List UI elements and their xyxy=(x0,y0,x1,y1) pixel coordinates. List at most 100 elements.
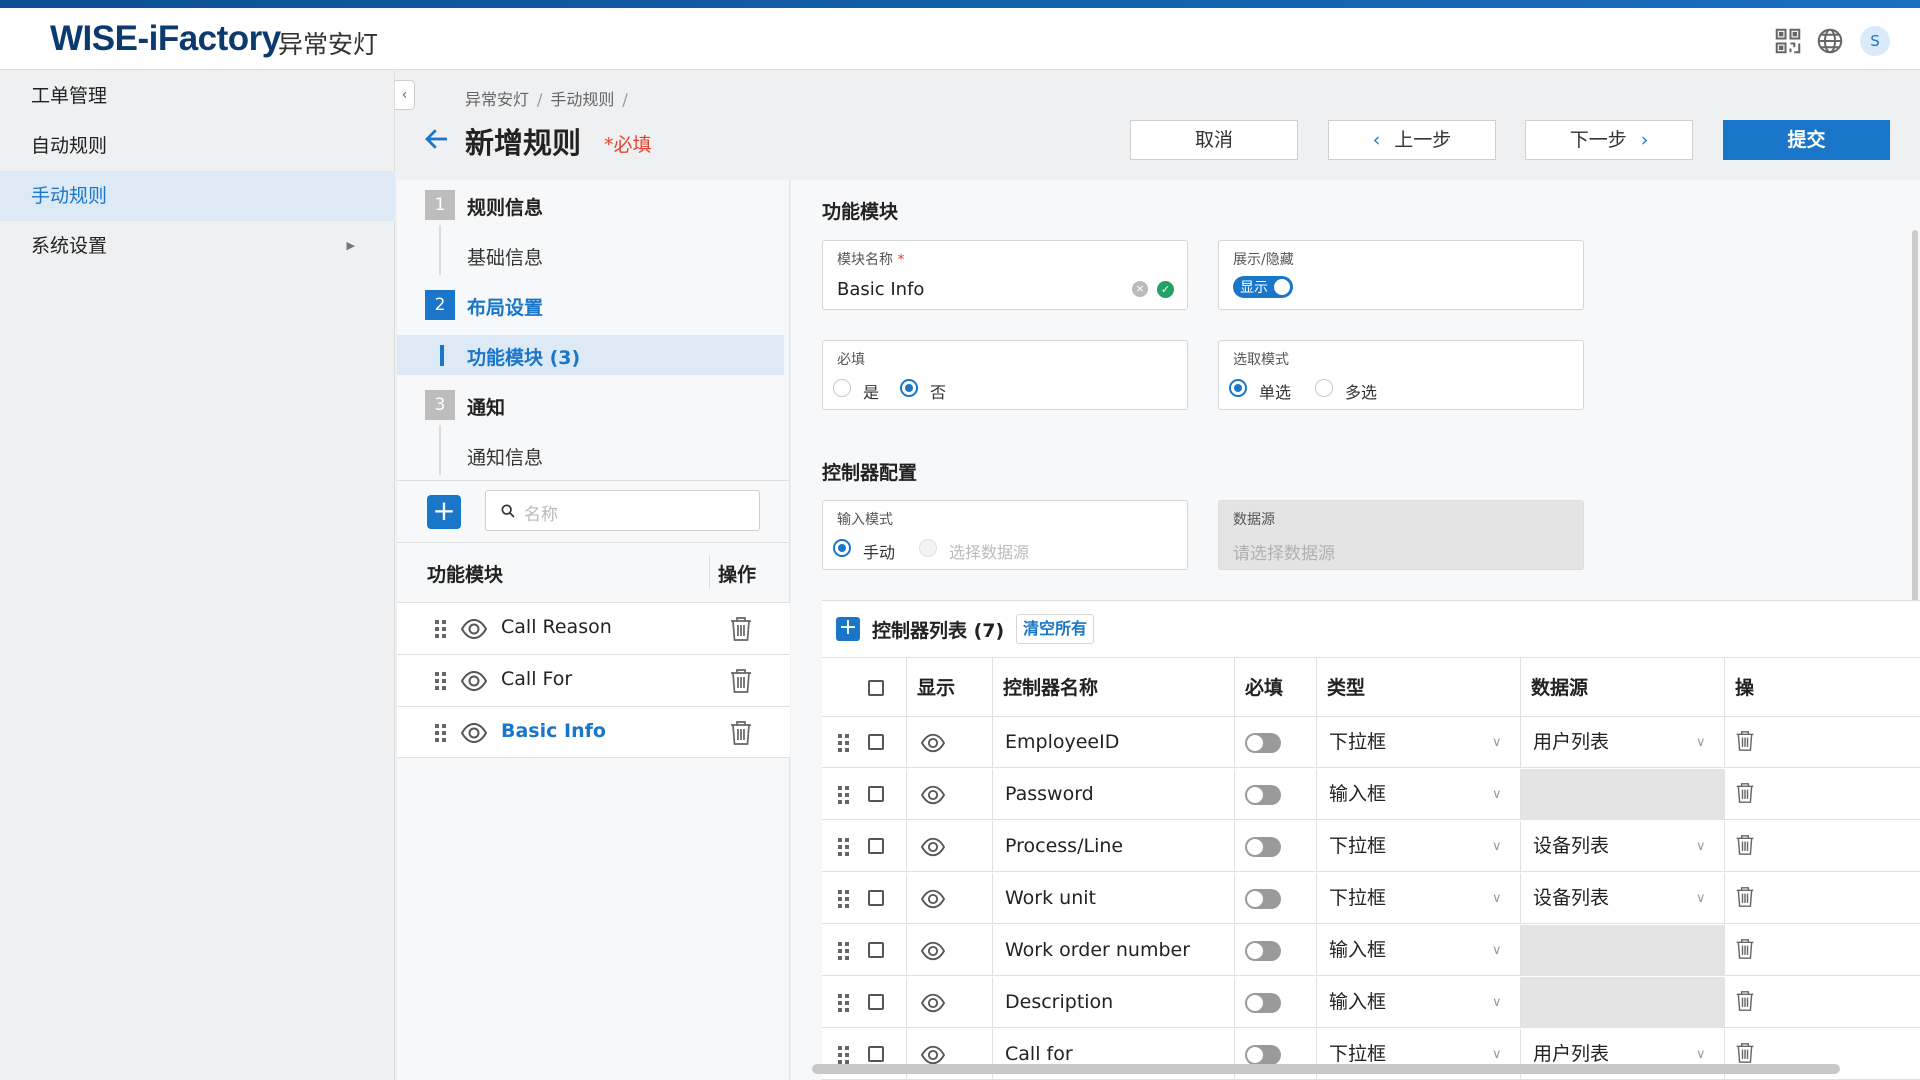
controller-row[interactable]: Process/Line 下拉框 ∨ 设备列表 ∨ xyxy=(822,821,1920,872)
trash-icon[interactable] xyxy=(1735,1041,1755,1065)
app-logo[interactable]: WISE-iFactory xyxy=(50,19,281,59)
drag-handle-icon[interactable] xyxy=(838,890,850,908)
required-toggle[interactable] xyxy=(1245,733,1281,753)
select-all-checkbox[interactable] xyxy=(868,680,884,696)
eye-icon[interactable] xyxy=(460,617,488,641)
required-toggle[interactable] xyxy=(1245,993,1281,1013)
eye-icon[interactable] xyxy=(919,888,947,910)
add-module-button[interactable]: + xyxy=(427,495,461,529)
type-select[interactable]: 下拉框 ∨ xyxy=(1316,821,1520,872)
drag-handle-icon[interactable] xyxy=(435,724,447,742)
radio-single-select[interactable] xyxy=(1229,379,1247,397)
required-toggle[interactable] xyxy=(1245,941,1281,961)
datasource-select[interactable]: 设备列表 ∨ xyxy=(1520,821,1724,872)
search-input[interactable]: 名称 xyxy=(485,490,760,531)
trash-icon[interactable] xyxy=(1735,781,1755,805)
radio-multi-select[interactable] xyxy=(1315,379,1333,397)
row-checkbox[interactable] xyxy=(868,890,884,906)
datasource-select[interactable]: 设备列表 ∨ xyxy=(1520,873,1724,924)
sidebar-item-work-orders[interactable]: 工单管理 xyxy=(0,71,395,121)
trash-icon[interactable] xyxy=(729,616,753,642)
drag-handle-icon[interactable] xyxy=(838,942,850,960)
row-checkbox[interactable] xyxy=(868,994,884,1010)
user-avatar[interactable]: S xyxy=(1860,26,1890,56)
submit-button[interactable]: 提交 xyxy=(1723,120,1890,160)
sidebar-collapse-button[interactable]: ‹ xyxy=(395,80,415,110)
controller-row[interactable]: EmployeeID 下拉框 ∨ 用户列表 ∨ xyxy=(822,717,1920,768)
controller-row[interactable]: Description 输入框 ∨ xyxy=(822,977,1920,1028)
display-toggle[interactable]: 显示 xyxy=(1233,276,1293,298)
module-row-selected[interactable]: Basic Info xyxy=(397,706,790,758)
controller-row[interactable]: Work order number 输入框 ∨ xyxy=(822,925,1920,976)
drag-handle-icon[interactable] xyxy=(838,1046,850,1064)
type-select[interactable]: 下拉框 ∨ xyxy=(1316,717,1520,768)
step-notification[interactable]: 通知 xyxy=(467,393,505,420)
substep-basic-info[interactable]: 基础信息 xyxy=(467,243,543,270)
required-toggle[interactable] xyxy=(1245,785,1281,805)
module-name-field[interactable]: 模块名称 * Basic Info × ✓ xyxy=(822,240,1188,310)
substep-function-modules[interactable]: 功能模块 (3) xyxy=(467,343,580,370)
module-row[interactable]: Call For xyxy=(397,654,790,706)
drag-handle-icon[interactable] xyxy=(838,994,850,1012)
sidebar-item-system-settings[interactable]: 系统设置 ▶ xyxy=(0,221,395,271)
drag-handle-icon[interactable] xyxy=(435,620,447,638)
globe-icon[interactable] xyxy=(1815,26,1845,56)
step-layout-settings[interactable]: 布局设置 xyxy=(467,293,543,320)
add-controller-button[interactable]: + xyxy=(836,617,860,641)
trash-icon[interactable] xyxy=(729,668,753,694)
clear-icon[interactable]: × xyxy=(1132,281,1148,297)
eye-icon[interactable] xyxy=(919,836,947,858)
drag-handle-icon[interactable] xyxy=(838,734,850,752)
drag-handle-icon[interactable] xyxy=(838,838,850,856)
radio-required-no[interactable] xyxy=(900,379,918,397)
trash-icon[interactable] xyxy=(1735,729,1755,753)
chevron-down-icon: ∨ xyxy=(1492,839,1502,854)
next-step-button[interactable]: 下一步 › xyxy=(1525,120,1693,160)
row-checkbox[interactable] xyxy=(868,786,884,802)
radio-manual[interactable] xyxy=(833,539,851,557)
eye-icon[interactable] xyxy=(460,721,488,745)
step-rule-info[interactable]: 规则信息 xyxy=(467,193,543,220)
clear-all-button[interactable]: 清空所有 xyxy=(1016,614,1095,644)
row-checkbox[interactable] xyxy=(868,734,884,750)
type-select[interactable]: 下拉框 ∨ xyxy=(1316,873,1520,924)
eye-icon[interactable] xyxy=(460,669,488,693)
qrcode-icon[interactable] xyxy=(1773,26,1803,56)
controller-row[interactable]: Work unit 下拉框 ∨ 设备列表 ∨ xyxy=(822,873,1920,924)
sidebar-item-auto-rules[interactable]: 自动规则 xyxy=(0,121,395,171)
drag-handle-icon[interactable] xyxy=(838,786,850,804)
cancel-button[interactable]: 取消 xyxy=(1130,120,1298,160)
row-checkbox[interactable] xyxy=(868,1046,884,1062)
trash-icon[interactable] xyxy=(729,720,753,746)
drag-handle-icon[interactable] xyxy=(435,672,447,690)
sidebar-item-manual-rules[interactable]: 手动规则 xyxy=(0,171,395,221)
horizontal-scrollbar[interactable] xyxy=(812,1064,1840,1074)
type-select[interactable]: 输入框 ∨ xyxy=(1316,769,1520,820)
radio-required-yes[interactable] xyxy=(833,379,851,397)
trash-icon[interactable] xyxy=(1735,989,1755,1013)
eye-icon[interactable] xyxy=(919,732,947,754)
module-row[interactable]: Call Reason xyxy=(397,602,790,654)
eye-icon[interactable] xyxy=(919,992,947,1014)
trash-icon[interactable] xyxy=(1735,885,1755,909)
trash-icon[interactable] xyxy=(1735,833,1755,857)
sidebar: 工单管理 自动规则 手动规则 系统设置 ▶ xyxy=(0,71,395,1080)
eye-icon[interactable] xyxy=(919,940,947,962)
prev-step-button[interactable]: ‹ 上一步 xyxy=(1328,120,1496,160)
datasource-select[interactable]: 用户列表 ∨ xyxy=(1520,717,1724,768)
type-select[interactable]: 输入框 ∨ xyxy=(1316,925,1520,976)
row-checkbox[interactable] xyxy=(868,838,884,854)
trash-icon[interactable] xyxy=(1735,937,1755,961)
row-checkbox[interactable] xyxy=(868,942,884,958)
eye-icon[interactable] xyxy=(919,1044,947,1066)
breadcrumb-item[interactable]: 异常安灯 xyxy=(465,90,529,109)
required-toggle[interactable] xyxy=(1245,1045,1281,1065)
eye-icon[interactable] xyxy=(919,784,947,806)
type-select[interactable]: 输入框 ∨ xyxy=(1316,977,1520,1028)
controller-row[interactable]: Password 输入框 ∨ xyxy=(822,769,1920,820)
required-toggle[interactable] xyxy=(1245,889,1281,909)
required-toggle[interactable] xyxy=(1245,837,1281,857)
back-arrow-icon[interactable] xyxy=(422,124,452,162)
substep-notification-info[interactable]: 通知信息 xyxy=(467,443,543,470)
breadcrumb-item[interactable]: 手动规则 xyxy=(550,90,614,109)
